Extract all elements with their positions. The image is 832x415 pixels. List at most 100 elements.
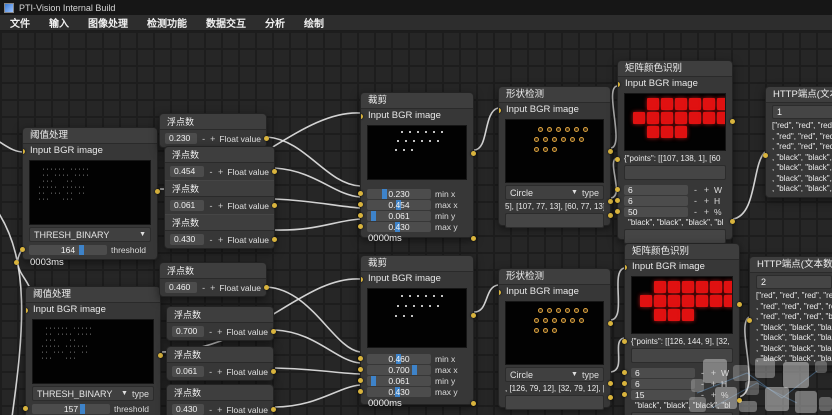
increment-button[interactable]: + [218, 167, 224, 177]
increment-button[interactable]: + [703, 185, 710, 195]
min-y-slider[interactable]: 0.061 [367, 376, 431, 386]
output-port[interactable] [264, 285, 269, 290]
slider-handle[interactable] [371, 376, 376, 386]
http-endpoint-node-2[interactable]: HTTP端点(文本数据) 2 ["red", "red", "red", "re… [749, 256, 832, 366]
data-input-port[interactable] [763, 153, 768, 158]
float-node-2[interactable]: 浮点数 0.454 - + Float value [165, 147, 274, 180]
w-field[interactable]: 6 [631, 368, 695, 378]
output-port[interactable] [271, 369, 276, 374]
menu-image-processing[interactable]: 图像处理 [88, 15, 128, 30]
node-title[interactable]: 浮点数 [165, 180, 274, 197]
decrement-button[interactable]: - [699, 390, 706, 400]
threshold-slider[interactable]: 164 [29, 245, 107, 255]
image-output-port[interactable] [608, 149, 613, 154]
node-title[interactable]: 浮点数 [167, 347, 273, 363]
endpoint-count-field[interactable]: 2 [756, 275, 832, 289]
shape-result-input[interactable] [505, 213, 604, 228]
float-value-field[interactable]: 0.454 [170, 166, 204, 177]
pct-field[interactable]: 50 [624, 207, 688, 217]
decrement-button[interactable]: - [208, 327, 213, 337]
max-x-slider[interactable]: 0.700 [367, 365, 431, 375]
float-value-field[interactable]: 0.061 [172, 366, 204, 377]
node-title[interactable]: 矩阵颜色识别 [625, 244, 739, 260]
increment-button[interactable]: + [218, 201, 224, 211]
h-field[interactable]: 6 [624, 196, 688, 206]
increment-button[interactable]: + [703, 196, 710, 206]
increment-button[interactable]: + [710, 379, 717, 389]
threshold-node-2[interactable]: 阈值处理 Input BGR image ······ ····· ·· ···… [25, 286, 161, 415]
decrement-button[interactable]: - [201, 134, 206, 144]
decrement-button[interactable]: - [699, 379, 706, 389]
output-port[interactable] [271, 329, 276, 334]
node-title[interactable]: 形状检测 [499, 269, 610, 285]
output-port[interactable] [272, 203, 277, 208]
float-value-field[interactable]: 0.230 [165, 133, 197, 144]
points-input-port[interactable] [615, 157, 620, 162]
menu-file[interactable]: 文件 [10, 15, 30, 30]
image-output-port[interactable] [608, 321, 613, 326]
node-title[interactable]: 矩阵颜色识别 [618, 61, 732, 77]
input-port[interactable] [23, 149, 25, 154]
node-title[interactable]: 浮点数 [165, 214, 274, 231]
slider-handle[interactable] [412, 365, 417, 375]
min-x-slider[interactable]: 0.460 [367, 354, 431, 364]
points-input[interactable] [631, 348, 733, 363]
endpoint-count-field[interactable]: 1 [772, 105, 832, 119]
decrement-button[interactable]: - [201, 283, 206, 293]
node-title[interactable]: HTTP端点(文本数据) [750, 257, 832, 273]
decrement-button[interactable]: - [208, 405, 213, 415]
points-input[interactable] [624, 165, 726, 180]
node-graph-canvas[interactable]: 阈值处理 Input BGR image ······ ····· ·· ···… [0, 31, 832, 415]
input-port[interactable] [361, 277, 363, 282]
result-output-port-2[interactable] [608, 213, 613, 218]
http-endpoint-node-1[interactable]: HTTP端点(文本数据) 1 ["red", "red", "red",, "r… [765, 86, 832, 198]
increment-button[interactable]: + [217, 327, 222, 337]
output-port[interactable] [272, 169, 277, 174]
increment-button[interactable]: + [218, 235, 224, 245]
threshold-input-port[interactable] [20, 247, 25, 252]
footer-port[interactable] [471, 401, 476, 406]
float-value-field[interactable]: 0.460 [165, 282, 197, 293]
image-output-port[interactable] [471, 151, 476, 156]
threshold-input-port[interactable] [23, 406, 28, 411]
result-output-port-2[interactable] [608, 395, 613, 400]
min-x-slider[interactable]: 0.230 [367, 189, 431, 199]
w-input-port[interactable] [622, 370, 627, 375]
input-port[interactable] [499, 108, 501, 113]
footer-port[interactable] [471, 236, 476, 241]
crop-node-1[interactable]: 裁剪 Input BGR image 0.230 min x 0.454 max… [360, 92, 474, 238]
float-node-3[interactable]: 浮点数 0.061 - + Float value [165, 180, 274, 214]
h-field[interactable]: 6 [631, 379, 695, 389]
input-port[interactable] [618, 82, 620, 87]
colors-input[interactable] [624, 229, 726, 244]
float-node-4[interactable]: 浮点数 0.430 - + Float value [165, 214, 274, 248]
shape-result-input[interactable] [505, 395, 604, 410]
input-port[interactable] [499, 290, 501, 295]
type-dropdown[interactable]: THRESH_BINARY ▼ type [32, 386, 154, 401]
node-title[interactable]: 浮点数 [160, 114, 266, 130]
min-x-port[interactable] [358, 191, 363, 196]
max-y-port[interactable] [358, 224, 363, 229]
threshold-node-1[interactable]: 阈值处理 Input BGR image ······ ····· ·· ···… [22, 127, 158, 260]
slider-handle[interactable] [371, 211, 376, 221]
node-title[interactable]: 浮点数 [167, 385, 273, 401]
result-output-port[interactable] [608, 381, 613, 386]
node-title[interactable]: 裁剪 [361, 93, 473, 109]
decrement-button[interactable]: - [692, 185, 699, 195]
node-title[interactable]: 阈值处理 [26, 287, 160, 303]
increment-button[interactable]: + [210, 134, 215, 144]
max-y-slider[interactable]: 0.430 [367, 387, 431, 397]
result-output-port[interactable] [608, 199, 613, 204]
float-node-8[interactable]: 浮点数 0.430 - + Float value [166, 384, 274, 415]
node-title[interactable]: HTTP端点(文本数据) [766, 87, 832, 103]
node-title[interactable]: 浮点数 [167, 307, 273, 323]
points-input-port[interactable] [622, 339, 627, 344]
type-dropdown[interactable]: THRESH_BINARY ▼ [29, 227, 151, 242]
w-field[interactable]: 6 [624, 185, 688, 195]
decrement-button[interactable]: - [208, 235, 214, 245]
slider-handle[interactable] [80, 404, 85, 414]
float-node-6[interactable]: 浮点数 0.700 - + Float value [166, 306, 274, 341]
node-title[interactable]: 浮点数 [160, 263, 266, 279]
data-input-port[interactable] [747, 318, 752, 323]
float-node-group-top[interactable]: 浮点数 0.454 - + Float value 浮点数 0.061 - + … [164, 146, 275, 249]
